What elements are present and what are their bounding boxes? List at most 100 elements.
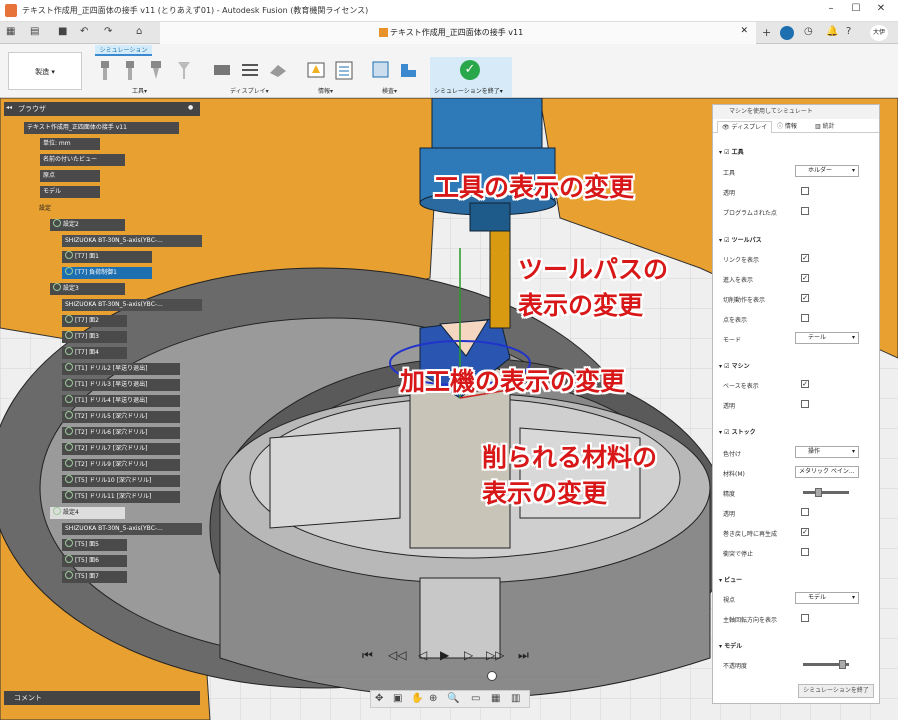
- minimize-button[interactable]: –: [820, 3, 842, 19]
- look-at-icon[interactable]: ▣: [393, 693, 402, 704]
- step-prev-icon[interactable]: ◁: [418, 648, 427, 662]
- data-panel-icon[interactable]: [780, 26, 794, 40]
- browser-item-op-face6[interactable]: [T5] 面6: [62, 555, 127, 567]
- bell-icon[interactable]: 🔔: [826, 26, 838, 37]
- browser-item-op-face5[interactable]: [T5] 面5: [62, 539, 127, 551]
- browser-item-op-drill6[interactable]: [T2] ドリル6 [深穴ドリル]: [62, 427, 180, 439]
- inspect-icon-2[interactable]: [398, 59, 418, 81]
- step-back-icon[interactable]: ◁◁: [388, 648, 406, 662]
- stock-color-dropdown[interactable]: 操作 ▾: [795, 446, 859, 458]
- browser-item-op-drill7[interactable]: [T2] ドリル7 [深穴ドリル]: [62, 443, 180, 455]
- browser-item-op-drill10[interactable]: [T5] ドリル10 [深穴ドリル]: [62, 475, 180, 487]
- grid-menu-icon[interactable]: ▦: [6, 26, 15, 37]
- slider-handle[interactable]: [839, 660, 846, 669]
- avatar[interactable]: 大伊: [870, 25, 888, 41]
- collapse-panel-icon[interactable]: ◂◂: [6, 104, 12, 111]
- tool-icon-3[interactable]: [146, 59, 166, 81]
- tab-info[interactable]: ⓘ 情報: [773, 121, 801, 133]
- ribbon-group-inspect[interactable]: 検査▾: [382, 86, 397, 95]
- toolpath-points-checkbox[interactable]: [801, 314, 809, 322]
- tool-transparent-checkbox[interactable]: [801, 187, 809, 195]
- browser-item-op-face1[interactable]: [T7] 面1: [62, 251, 152, 263]
- browser-item-setups[interactable]: 設定: [36, 203, 76, 215]
- browser-item-op-face3[interactable]: [T7] 面3: [62, 331, 127, 343]
- ribbon-group-display[interactable]: ディスプレイ▾: [230, 86, 269, 95]
- step-forward-icon[interactable]: ▷▷: [486, 648, 504, 662]
- stock-collision-checkbox[interactable]: [801, 548, 809, 556]
- model-opacity-slider[interactable]: [803, 660, 849, 669]
- tab-simulation[interactable]: シミュレーション: [95, 45, 152, 56]
- home-icon[interactable]: ⌂: [136, 26, 142, 37]
- machine-base-checkbox[interactable]: ✓: [801, 380, 809, 388]
- view-spindle-checkbox[interactable]: [801, 614, 809, 622]
- inspect-icon-1[interactable]: [370, 59, 390, 81]
- save-icon[interactable]: ■: [58, 26, 67, 37]
- toolpath-approach-checkbox[interactable]: ✓: [801, 274, 809, 282]
- tab-stats[interactable]: ▥ 統計: [811, 121, 839, 133]
- timeline-handle[interactable]: [487, 671, 497, 681]
- play-icon[interactable]: ▶: [440, 648, 449, 662]
- timeline-track[interactable]: [300, 676, 600, 678]
- orbit-icon[interactable]: ✥: [375, 693, 383, 704]
- clock-icon[interactable]: ◷: [804, 26, 813, 37]
- close-button[interactable]: ✕: [870, 3, 892, 19]
- browser-item-op-load-control1[interactable]: [T7] 負荷制御1: [62, 267, 152, 279]
- tool-icon-4[interactable]: [174, 59, 194, 81]
- help-icon[interactable]: ?: [846, 26, 851, 37]
- stock-transparent-checkbox[interactable]: [801, 508, 809, 516]
- zoom-icon[interactable]: ⊕: [429, 693, 437, 704]
- section-view[interactable]: ▾ ビュー: [719, 575, 742, 584]
- browser-item-setup2[interactable]: 設定2: [50, 219, 125, 231]
- workspace-switcher[interactable]: 製造 ▾: [8, 52, 82, 90]
- browser-item-units[interactable]: 単位: mm: [40, 138, 100, 150]
- stock-accuracy-slider[interactable]: [803, 488, 849, 497]
- browser-item-origin[interactable]: 原点: [40, 170, 100, 182]
- stock-material-dropdown[interactable]: メタリック ペイン...: [795, 466, 859, 478]
- browser-item-setup3[interactable]: 設定3: [50, 283, 125, 295]
- new-tab-icon[interactable]: +: [762, 26, 771, 39]
- undo-icon[interactable]: ↶: [80, 26, 88, 37]
- browser-item-op-drill5[interactable]: [T2] ドリル5 [深穴ドリル]: [62, 411, 180, 423]
- ribbon-group-tool[interactable]: 工具▾: [132, 86, 147, 95]
- browser-item-machine-3[interactable]: SHIZUOKA BT-30N_5-axis(YBC-...: [62, 523, 202, 535]
- browser-item-document[interactable]: テキスト作成用_正四面体の接手 v11: [24, 122, 179, 134]
- browser-item-machine-1[interactable]: SHIZUOKA BT-30N_5-axis(YBC-...: [62, 235, 202, 247]
- close-tab-icon[interactable]: ✕: [740, 26, 748, 36]
- section-machine[interactable]: ▾ ☑ マシン: [719, 361, 750, 370]
- pan-icon[interactable]: ✋: [411, 693, 423, 704]
- display-icon-2[interactable]: [240, 59, 260, 81]
- display-icon-3[interactable]: [268, 59, 288, 81]
- step-next-icon[interactable]: ▷: [464, 648, 473, 662]
- section-toolpath[interactable]: ▾ ☑ ツールパス: [719, 235, 762, 244]
- section-tool[interactable]: ▾ ☑ 工具: [719, 147, 744, 156]
- finish-simulation-panel-button[interactable]: シミュレーションを終了: [798, 684, 874, 698]
- tool-icon-1[interactable]: [95, 59, 115, 81]
- toolpath-cutting-checkbox[interactable]: ✓: [801, 294, 809, 302]
- ribbon-group-info[interactable]: 情報▾: [318, 86, 333, 95]
- browser-item-op-drill4[interactable]: [T1] ドリル4 [早送り退出]: [62, 395, 180, 407]
- tab-display[interactable]: 👁 ディスプレイ: [717, 121, 773, 133]
- file-icon[interactable]: ▤: [30, 26, 39, 37]
- toolpath-mode-dropdown[interactable]: テール ▾: [795, 332, 859, 344]
- stock-regen-checkbox[interactable]: ✓: [801, 528, 809, 536]
- browser-panel-header[interactable]: ブラウザ: [4, 102, 200, 116]
- view-viewpoint-dropdown[interactable]: モデル ▾: [795, 592, 859, 604]
- browser-item-op-face2[interactable]: [T7] 面2: [62, 315, 127, 327]
- slider-handle[interactable]: [815, 488, 822, 497]
- skip-start-icon[interactable]: ⏮: [362, 648, 373, 663]
- grid-settings-icon[interactable]: ▦: [491, 693, 500, 704]
- browser-item-op-face7[interactable]: [T5] 面7: [62, 571, 127, 583]
- document-tab[interactable]: テキスト作成用_正四面体の接手 v11 ✕: [160, 22, 756, 44]
- canvas-viewport[interactable]: ブラウザ ◂◂ ● テキスト作成用_正四面体の接手 v11 単位: mm 名前の…: [0, 98, 898, 720]
- browser-item-setup4[interactable]: 設定4: [50, 507, 125, 519]
- browser-item-op-drill11[interactable]: [T5] ドリル11 [深穴ドリル]: [62, 491, 180, 503]
- tool-programmed-checkbox[interactable]: [801, 207, 809, 215]
- viewports-icon[interactable]: ▥: [511, 693, 520, 704]
- toolpath-links-checkbox[interactable]: ✓: [801, 254, 809, 262]
- section-model[interactable]: ▾ モデル: [719, 641, 742, 650]
- browser-item-op-drill9[interactable]: [T2] ドリル9 [深穴ドリル]: [62, 459, 180, 471]
- browser-item-named-views[interactable]: 名前の付いたビュー: [40, 154, 125, 166]
- display-icon-1[interactable]: [212, 59, 232, 81]
- maximize-button[interactable]: ☐: [845, 3, 867, 19]
- browser-item-machine-2[interactable]: SHIZUOKA BT-30N_5-axis(YBC-...: [62, 299, 202, 311]
